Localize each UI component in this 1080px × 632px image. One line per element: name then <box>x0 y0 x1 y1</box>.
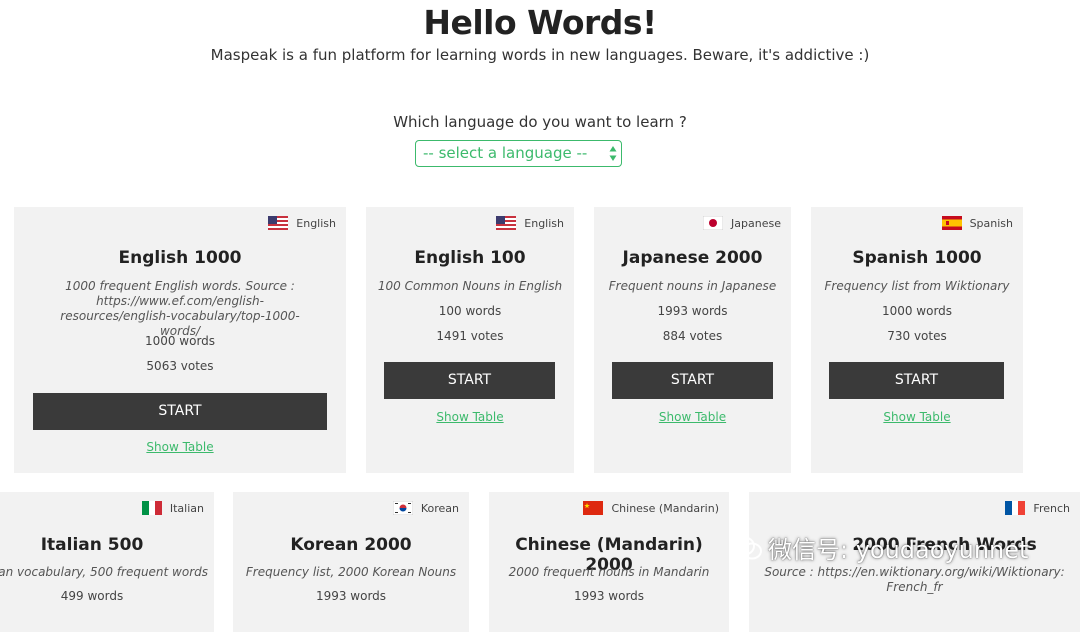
language-question: Which language do you want to learn ? <box>393 113 687 131</box>
card-word-count: 1993 words <box>657 304 728 318</box>
watermark-text: 微信号: youdaoyunnet <box>768 536 1029 564</box>
deck-card-japanese-2000: Japanese Japanese 2000 Frequent nouns in… <box>594 207 791 473</box>
start-button[interactable]: START <box>829 362 1004 399</box>
card-language-label: English <box>524 216 564 230</box>
deck-card-chinese-2000: Chinese (Mandarin) Chinese (Mandarin) 20… <box>489 492 729 632</box>
card-description: Frequency list from Wiktionary <box>824 279 1010 293</box>
card-description: Frequency list, 2000 Korean Nouns <box>245 565 457 579</box>
card-title: Japanese 2000 <box>622 248 763 268</box>
card-language-label: Italian <box>169 501 204 515</box>
card-title: Italian 500 <box>40 535 144 555</box>
deck-card-spanish-1000: Spanish Spanish 1000 Frequency list from… <box>811 207 1023 473</box>
card-language-tag: Chinese (Mandarin) <box>583 501 719 515</box>
page-title: Hello Words! <box>423 3 657 42</box>
korea-flag-icon <box>392 501 413 515</box>
spain-flag-icon <box>941 216 962 230</box>
card-language-tag: Spanish <box>941 216 1013 230</box>
card-description: 100 Common Nouns in English <box>377 279 563 293</box>
card-language-tag: English <box>496 216 564 230</box>
italy-flag-icon <box>141 501 162 515</box>
show-table-link[interactable]: Show Table <box>366 410 574 424</box>
show-table-link[interactable]: Show Table <box>594 410 791 424</box>
card-description: Italian vocabulary, 500 frequent words <box>0 565 209 579</box>
card-title: Spanish 1000 <box>852 248 982 268</box>
us-flag-icon <box>268 216 289 230</box>
card-title: Korean 2000 <box>290 535 412 555</box>
card-description: 1000 frequent English words. Source : ht… <box>60 279 300 338</box>
wechat-icon <box>731 535 762 559</box>
start-button[interactable]: START <box>33 393 327 430</box>
card-language-tag: English <box>268 216 336 230</box>
us-flag-icon <box>496 216 517 230</box>
card-description: 2000 frequent nouns in Mandarin <box>508 565 710 579</box>
card-word-count: 499 words <box>60 589 124 603</box>
card-description: Source : https://en.wiktionary.org/wiki/… <box>764 565 1065 594</box>
china-flag-icon <box>583 501 604 515</box>
card-language-tag: Korean <box>392 501 459 515</box>
select-arrows-icon <box>609 146 617 161</box>
card-vote-count: 5063 votes <box>146 359 214 373</box>
start-button[interactable]: START <box>612 362 773 399</box>
card-language-label: Korean <box>420 501 459 515</box>
card-title: English 100 <box>414 248 526 268</box>
wechat-watermark: 微信号: youdaoyunnet <box>730 530 1028 565</box>
card-word-count: 1000 words <box>144 334 216 348</box>
japan-flag-icon <box>703 216 724 230</box>
card-title: English 1000 <box>118 248 242 268</box>
card-language-label: Japanese <box>731 216 781 230</box>
card-word-count: 1993 words <box>573 589 645 603</box>
card-word-count: 1000 words <box>881 304 953 318</box>
card-language-label: English <box>296 216 336 230</box>
page-subtitle: Maspeak is a fun platform for learning w… <box>210 46 870 64</box>
card-language-label: Chinese (Mandarin) <box>611 501 719 515</box>
card-vote-count: 730 votes <box>887 329 947 343</box>
card-vote-count: 1491 votes <box>436 329 504 343</box>
deck-card-english-100: English English 100 100 Common Nouns in … <box>366 207 574 473</box>
language-select[interactable]: -- select a language -- <box>415 140 622 167</box>
deck-card-english-1000: English English 1000 1000 frequent Engli… <box>14 207 346 473</box>
card-word-count: 1993 words <box>315 589 387 603</box>
show-table-link[interactable]: Show Table <box>811 410 1023 424</box>
card-language-label: Spanish <box>969 216 1013 230</box>
start-button[interactable]: START <box>384 362 555 399</box>
card-language-tag: Italian <box>141 501 204 515</box>
card-language-tag: Japanese <box>703 216 781 230</box>
deck-card-korean-2000: Korean Korean 2000 Frequency list, 2000 … <box>233 492 469 632</box>
card-language-tag: French <box>1005 501 1070 515</box>
card-vote-count: 884 votes <box>662 329 723 343</box>
card-description: Frequent nouns in Japanese <box>608 279 777 293</box>
france-flag-icon <box>1005 501 1026 515</box>
card-language-label: French <box>1033 501 1070 515</box>
card-word-count: 100 words <box>438 304 502 318</box>
deck-card-italian-500: Italian Italian 500 Italian vocabulary, … <box>0 492 214 632</box>
language-select-value: -- select a language -- <box>423 144 588 162</box>
show-table-link[interactable]: Show Table <box>14 440 346 454</box>
